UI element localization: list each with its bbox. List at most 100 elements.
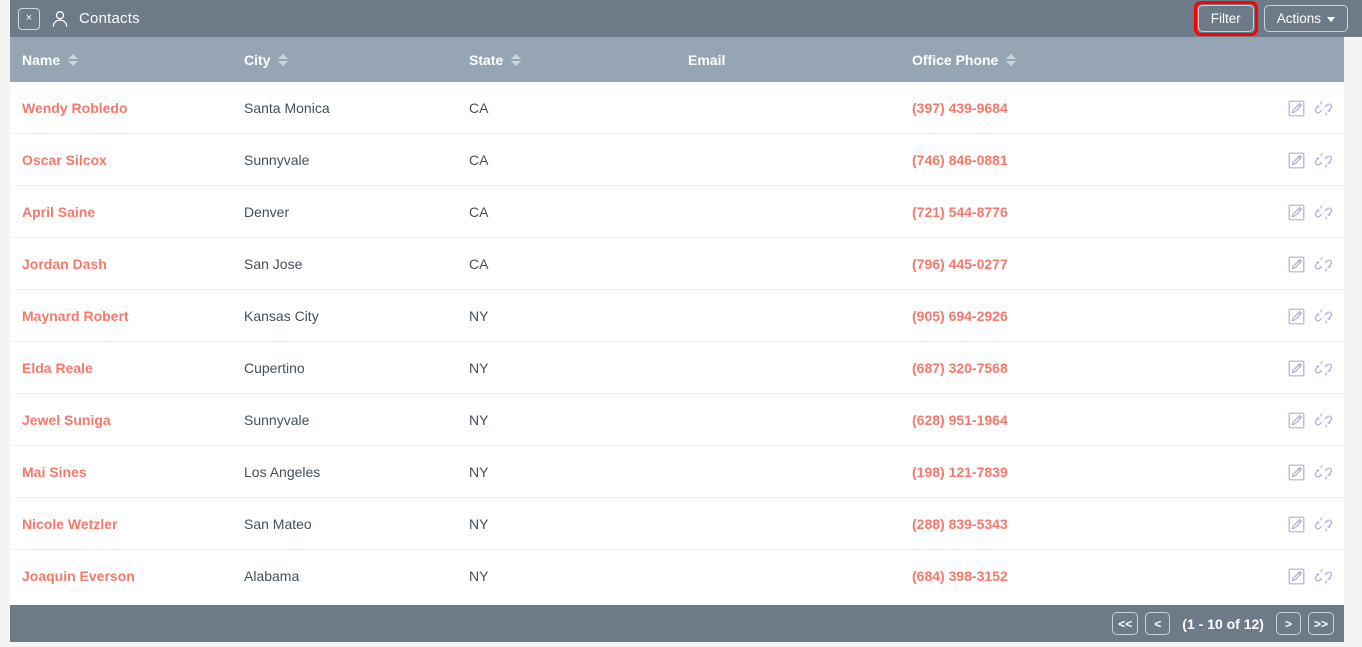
contact-email-cell: [688, 82, 908, 134]
sort-ascending-icon: [511, 54, 521, 59]
actions-button[interactable]: Actions: [1264, 5, 1348, 33]
table-header-row: Name City State Email Office Phone: [10, 37, 1344, 82]
contact-state-cell: CA: [469, 134, 669, 186]
contact-name-link[interactable]: Jewel Suniga: [22, 394, 242, 446]
sort-descending-icon: [511, 61, 521, 66]
person-icon: [50, 9, 70, 29]
edit-icon[interactable]: [1288, 464, 1305, 481]
row-action-group: [1288, 238, 1332, 290]
contact-name-link[interactable]: Elda Reale: [22, 342, 242, 394]
sort-ascending-icon: [68, 54, 78, 59]
contact-city-cell: Sunnyvale: [244, 394, 464, 446]
contact-city-cell: Sunnyvale: [244, 134, 464, 186]
unlink-icon[interactable]: [1315, 568, 1332, 585]
edit-icon[interactable]: [1288, 568, 1305, 585]
sort-arrows-icon[interactable]: [511, 54, 521, 66]
close-glyph: ×: [26, 13, 32, 24]
contact-email-cell: [688, 134, 908, 186]
filter-highlight-annotation: Filter: [1194, 1, 1258, 37]
unlink-icon[interactable]: [1315, 256, 1332, 273]
table-row[interactable]: Elda RealeCupertinoNY (687) 320-7568: [10, 342, 1344, 394]
contact-city-cell: Cupertino: [244, 342, 464, 394]
sort-arrows-icon[interactable]: [278, 54, 288, 66]
row-action-group: [1288, 134, 1332, 186]
contact-email-cell: [688, 290, 908, 342]
row-action-group: [1288, 446, 1332, 498]
unlink-icon[interactable]: [1315, 360, 1332, 377]
contact-name-link[interactable]: Wendy Robledo: [22, 82, 242, 134]
contact-name-link[interactable]: Maynard Robert: [22, 290, 242, 342]
contact-phone-link[interactable]: (721) 544-8776: [912, 186, 1142, 238]
table-row[interactable]: Jordan DashSan JoseCA(796) 445-0277: [10, 238, 1344, 290]
column-header-label: Email: [688, 52, 725, 68]
filter-button[interactable]: Filter: [1198, 5, 1254, 33]
contact-state-cell: NY: [469, 446, 669, 498]
row-action-group: [1288, 82, 1332, 134]
edit-icon[interactable]: [1288, 360, 1305, 377]
contact-phone-link[interactable]: (288) 839-5343: [912, 498, 1142, 550]
edit-icon[interactable]: [1288, 516, 1305, 533]
unlink-icon[interactable]: [1315, 412, 1332, 429]
column-header-state[interactable]: State: [469, 37, 521, 82]
table-row[interactable]: Joaquin EversonAlabamaNY(684) 398-3152: [10, 550, 1344, 602]
column-header-office-phone[interactable]: Office Phone: [912, 37, 1016, 82]
column-header-label: Office Phone: [912, 52, 998, 68]
pagination-prev-button[interactable]: <: [1145, 612, 1170, 635]
row-action-group: [1288, 550, 1332, 602]
unlink-icon[interactable]: [1315, 204, 1332, 221]
unlink-icon[interactable]: [1315, 464, 1332, 481]
pagination-next-button[interactable]: >: [1276, 612, 1301, 635]
pagination-last-button[interactable]: >>: [1308, 612, 1334, 635]
pagination-range-label: (1 - 10 of 12): [1182, 616, 1264, 632]
column-header-label: City: [244, 52, 270, 68]
contact-city-cell: Kansas City: [244, 290, 464, 342]
close-icon[interactable]: ×: [18, 8, 40, 30]
column-header-city[interactable]: City: [244, 37, 288, 82]
table-row[interactable]: Nicole WetzlerSan MateoNY(288) 839-5343: [10, 498, 1344, 550]
column-header-label: State: [469, 52, 503, 68]
table-row[interactable]: Oscar SilcoxSunnyvaleCA (746) 846-0881: [10, 134, 1344, 186]
table-row[interactable]: Wendy RobledoSanta MonicaCA(397) 439-968…: [10, 82, 1344, 134]
row-action-group: [1288, 290, 1332, 342]
contact-email-cell: [688, 186, 908, 238]
unlink-icon[interactable]: [1315, 100, 1332, 117]
unlink-icon[interactable]: [1315, 308, 1332, 325]
edit-icon[interactable]: [1288, 308, 1305, 325]
sort-arrows-icon[interactable]: [68, 54, 78, 66]
unlink-icon[interactable]: [1315, 516, 1332, 533]
contact-name-link[interactable]: Mai Sines: [22, 446, 242, 498]
contact-city-cell: Alabama: [244, 550, 464, 602]
edit-icon[interactable]: [1288, 152, 1305, 169]
contact-phone-link[interactable]: (397) 439-9684: [912, 82, 1142, 134]
contact-name-link[interactable]: Nicole Wetzler: [22, 498, 242, 550]
table-row[interactable]: Jewel SunigaSunnyvaleNY (628) 951-1964: [10, 394, 1344, 446]
edit-icon[interactable]: [1288, 204, 1305, 221]
column-header-name[interactable]: Name: [22, 37, 78, 82]
contact-email-cell: [688, 342, 908, 394]
sort-ascending-icon: [278, 54, 288, 59]
contact-name-link[interactable]: April Saine: [22, 186, 242, 238]
contact-phone-link[interactable]: (684) 398-3152: [912, 550, 1142, 602]
pagination-first-button[interactable]: <<: [1112, 612, 1138, 635]
actions-button-label: Actions: [1277, 11, 1321, 26]
contact-state-cell: CA: [469, 82, 669, 134]
contact-state-cell: NY: [469, 394, 669, 446]
contact-phone-link[interactable]: (628) 951-1964: [912, 394, 1142, 446]
table-row[interactable]: April SaineDenverCA(721) 544-8776: [10, 186, 1344, 238]
contact-state-cell: NY: [469, 342, 669, 394]
contact-name-link[interactable]: Jordan Dash: [22, 238, 242, 290]
table-row[interactable]: Mai SinesLos AngelesNY(198) 121-7839: [10, 446, 1344, 498]
contact-phone-link[interactable]: (198) 121-7839: [912, 446, 1142, 498]
unlink-icon[interactable]: [1315, 152, 1332, 169]
edit-icon[interactable]: [1288, 256, 1305, 273]
edit-icon[interactable]: [1288, 412, 1305, 429]
contact-phone-link[interactable]: (687) 320-7568: [912, 342, 1142, 394]
sort-arrows-icon[interactable]: [1006, 54, 1016, 66]
contact-name-link[interactable]: Oscar Silcox: [22, 134, 242, 186]
contact-phone-link[interactable]: (746) 846-0881: [912, 134, 1142, 186]
contact-phone-link[interactable]: (796) 445-0277: [912, 238, 1142, 290]
edit-icon[interactable]: [1288, 100, 1305, 117]
table-row[interactable]: Maynard RobertKansas CityNY(905) 694-292…: [10, 290, 1344, 342]
contact-phone-link[interactable]: (905) 694-2926: [912, 290, 1142, 342]
contact-name-link[interactable]: Joaquin Everson: [22, 550, 242, 602]
